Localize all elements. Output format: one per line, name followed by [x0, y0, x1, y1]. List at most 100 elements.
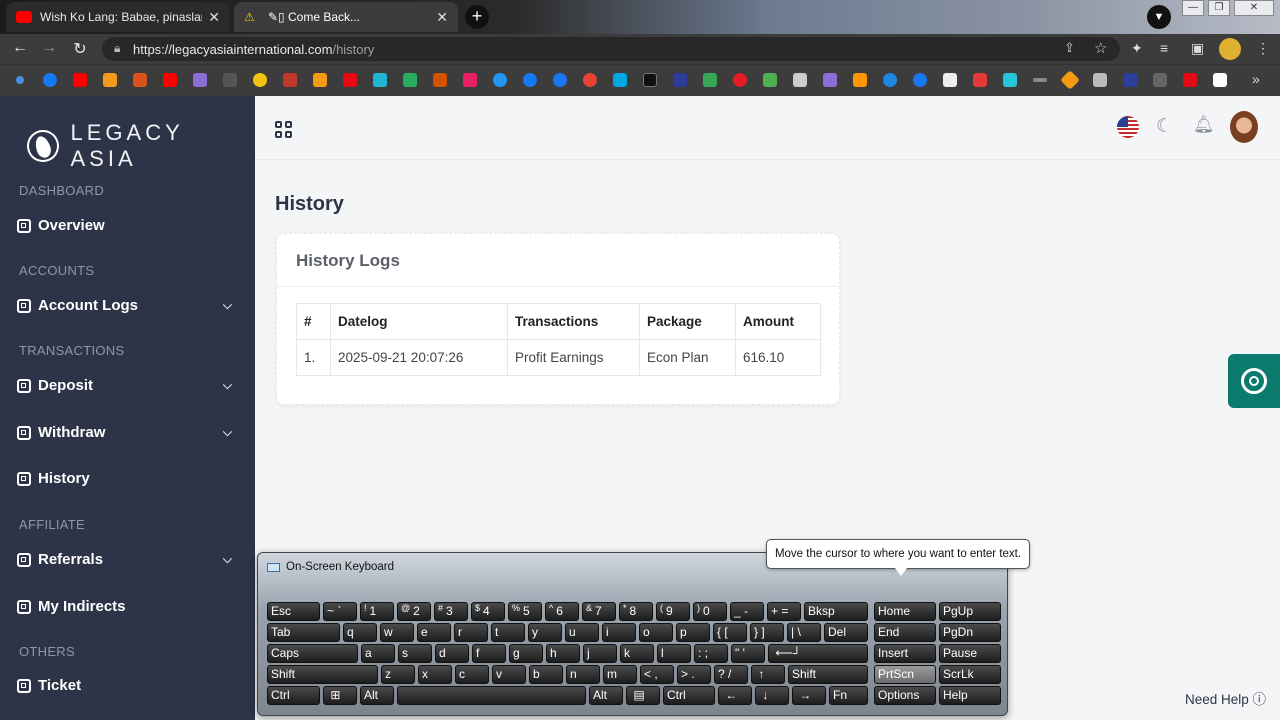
back-icon[interactable]: ← [9, 39, 31, 57]
close-tab-icon[interactable]: ✕ [436, 9, 448, 26]
netflix-icon[interactable] [343, 73, 357, 87]
key-f[interactable]: f [472, 644, 506, 663]
new-tab-button[interactable]: + [465, 5, 489, 29]
bell-icon[interactable]: 🔔︎ [1193, 115, 1215, 135]
key-g[interactable]: g [509, 644, 543, 663]
bookmark-icon[interactable] [463, 73, 477, 87]
key-period[interactable]: > . [677, 665, 711, 684]
key-j[interactable]: j [583, 644, 617, 663]
sidebar-item-deposit[interactable]: Deposit ⌵ [17, 377, 232, 394]
key-left-arrow[interactable]: ← [718, 686, 752, 705]
key-9[interactable]: (9 [656, 602, 690, 621]
bookmark-icon[interactable] [1213, 73, 1227, 87]
bookmark-icon[interactable] [373, 73, 387, 87]
key-quote[interactable]: " ' [731, 644, 765, 663]
bookmark-icon[interactable] [16, 76, 24, 84]
bookmark-icon[interactable] [403, 73, 417, 87]
bookmark-icon[interactable] [133, 73, 147, 87]
key-u[interactable]: u [565, 623, 599, 642]
key-n[interactable]: n [566, 665, 600, 684]
bookmark-icon[interactable] [973, 73, 987, 87]
bookmark-icon[interactable] [433, 73, 447, 87]
forward-icon[interactable]: → [38, 39, 60, 57]
bookmark-icon[interactable] [223, 73, 237, 87]
key-bracket-right[interactable]: } ] [750, 623, 784, 642]
profile-avatar[interactable] [1219, 38, 1241, 60]
key-up-arrow[interactable]: ↑ [751, 665, 785, 684]
key-scrlk[interactable]: ScrLk [939, 665, 1001, 684]
netflix-icon[interactable] [1183, 73, 1197, 87]
bookmark-icon[interactable] [883, 73, 897, 87]
key-pause[interactable]: Pause [939, 644, 1001, 663]
key-e[interactable]: e [417, 623, 451, 642]
need-help-link[interactable]: Need Help ⓘ [1185, 688, 1266, 708]
key-b[interactable]: b [529, 665, 563, 684]
bookmark-icon[interactable] [823, 73, 837, 87]
side-panel-icon[interactable]: ▣ [1191, 40, 1204, 57]
apps-grid-icon[interactable] [275, 121, 292, 138]
youtube-icon[interactable] [73, 73, 87, 87]
sidebar-item-referrals[interactable]: Referrals ⌵ [17, 551, 232, 568]
key-6[interactable]: ^ 6 [545, 602, 579, 621]
key-backspace[interactable]: Bksp [804, 602, 868, 621]
key-h[interactable]: h [546, 644, 580, 663]
key-insert[interactable]: Insert [874, 644, 936, 663]
key-caps[interactable]: Caps [267, 644, 358, 663]
bookmark-icon[interactable] [853, 73, 867, 87]
key-alt-right[interactable]: Alt [589, 686, 623, 705]
key-s[interactable]: s [398, 644, 432, 663]
key-q[interactable]: q [343, 623, 377, 642]
key-m[interactable]: m [603, 665, 637, 684]
key-del[interactable]: Del [824, 623, 868, 642]
menu-icon[interactable]: ⋮ [1256, 40, 1270, 57]
bookmarks-overflow-icon[interactable]: » [1252, 71, 1260, 87]
key-shift-left[interactable]: Shift [267, 665, 378, 684]
settings-float-button[interactable] [1228, 354, 1280, 408]
bookmark-icon[interactable] [253, 73, 267, 87]
bookmark-icon[interactable] [643, 73, 657, 87]
browser-tab-active[interactable]: ⚠ ✎▯ Come Back... ✕ [234, 2, 458, 32]
key-alt-left[interactable]: Alt [360, 686, 394, 705]
key-equals[interactable]: + = [767, 602, 801, 621]
key-k[interactable]: k [620, 644, 654, 663]
key-ctrl-left[interactable]: Ctrl [267, 686, 320, 705]
key-esc[interactable]: Esc [267, 602, 320, 621]
key-x[interactable]: x [418, 665, 452, 684]
key-bracket-left[interactable]: { [ [713, 623, 747, 642]
minimize-icon[interactable]: — [1182, 0, 1204, 16]
share-icon[interactable]: ⇪ [1064, 40, 1075, 56]
key-fn[interactable]: Fn [829, 686, 868, 705]
facebook-icon[interactable] [523, 73, 537, 87]
key-3[interactable]: #3 [434, 602, 468, 621]
key-space[interactable] [397, 686, 586, 705]
sidebar-item-ticket[interactable]: Ticket [17, 677, 232, 694]
key-5[interactable]: % 5 [508, 602, 542, 621]
key-windows[interactable]: ⊞ [323, 686, 357, 705]
bookmark-icon[interactable] [1033, 78, 1047, 82]
key-prtscn[interactable]: PrtScn [874, 665, 936, 684]
youtube-icon[interactable] [163, 73, 177, 87]
key-t[interactable]: t [491, 623, 525, 642]
us-flag-icon[interactable] [1117, 116, 1139, 138]
bookmark-icon[interactable] [1060, 70, 1080, 90]
bookmark-star-icon[interactable]: ☆ [1094, 39, 1107, 57]
key-0[interactable]: ) 0 [693, 602, 727, 621]
bookmark-icon[interactable] [283, 73, 297, 87]
sidebar-item-overview[interactable]: Overview [17, 217, 232, 234]
key-minus[interactable]: _ - [730, 602, 764, 621]
facebook-icon[interactable] [553, 73, 567, 87]
key-end[interactable]: End [874, 623, 936, 642]
bookmark-icon[interactable] [733, 73, 747, 87]
key-8[interactable]: * 8 [619, 602, 653, 621]
key-ctrl-right[interactable]: Ctrl [663, 686, 715, 705]
key-1[interactable]: ! 1 [360, 602, 394, 621]
facebook-icon[interactable] [913, 73, 927, 87]
key-c[interactable]: c [455, 665, 489, 684]
key-a[interactable]: a [361, 644, 395, 663]
key-w[interactable]: w [380, 623, 414, 642]
key-7[interactable]: & 7 [582, 602, 616, 621]
dark-mode-icon[interactable]: ☾ [1156, 115, 1173, 138]
key-enter[interactable]: ⟵┘ [768, 644, 868, 663]
key-v[interactable]: v [492, 665, 526, 684]
bookmark-icon[interactable] [673, 73, 687, 87]
